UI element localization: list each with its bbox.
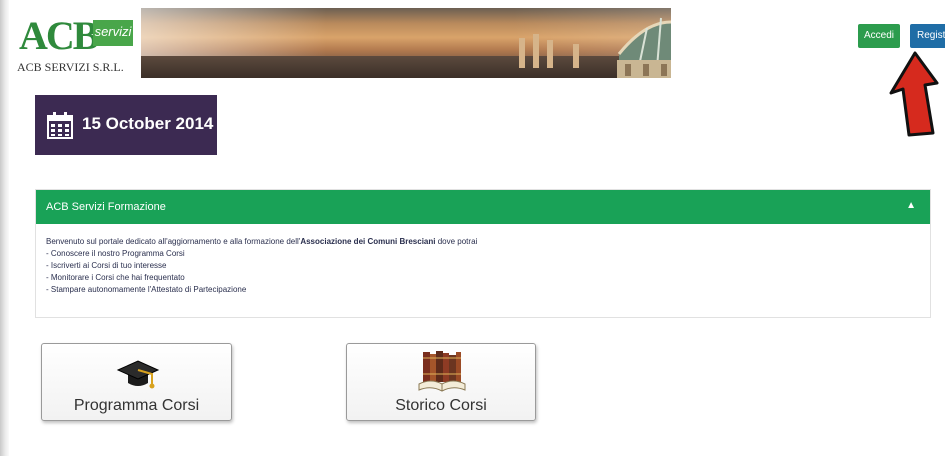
programma-corsi-button[interactable]: Programma Corsi: [41, 343, 232, 421]
tile-label: Storico Corsi: [395, 397, 487, 414]
red-arrow-annotation: [889, 51, 939, 137]
company-name: ACB SERVIZI S.R.L.: [17, 60, 124, 74]
formazione-panel: ACB Servizi Formazione ▲ Benvenuto sul p…: [35, 189, 931, 318]
window-edge: [0, 0, 9, 456]
intro-line: Benvenuto sul portale dedicato all'aggio…: [46, 237, 478, 246]
panel-body: Benvenuto sul portale dedicato all'aggio…: [46, 236, 477, 296]
page: ACB servizi ACB SERVIZI S.R.L. Accedi Re…: [0, 0, 945, 456]
list-item: - Conoscere il nostro Programma Corsi: [46, 249, 185, 258]
acb-logo[interactable]: ACB servizi ACB SERVIZI S.R.L.: [15, 14, 135, 74]
tile-label: Programma Corsi: [73, 397, 200, 414]
list-item: - Iscriverti ai Corsi di tuo interesse: [46, 261, 167, 270]
dome-icon: [617, 17, 671, 78]
site-header: ACB servizi ACB SERVIZI S.R.L. Accedi Re…: [9, 8, 945, 78]
association-name: Associazione dei Comuni Bresciani: [300, 237, 436, 246]
logo-badge: servizi: [93, 20, 133, 46]
register-button[interactable]: Registrati: [910, 24, 945, 48]
list-item: - Stampare autonomamente l'Attestato di …: [46, 285, 247, 294]
current-date: 15 October 2014: [82, 114, 214, 133]
date-card: 15 October 2014: [35, 95, 217, 155]
header-banner-image: [141, 8, 671, 78]
list-item: - Monitorare i Corsi che hai frequentato: [46, 273, 185, 282]
storico-corsi-button[interactable]: Storico Corsi: [346, 343, 536, 421]
panel-title: ACB Servizi Formazione: [46, 201, 166, 213]
panel-header[interactable]: ACB Servizi Formazione ▲: [36, 190, 930, 224]
graduation-cap-icon: [116, 360, 160, 389]
books-icon: [418, 351, 466, 392]
chevron-up-icon[interactable]: ▲: [906, 200, 916, 211]
logo-text: ACB: [19, 13, 99, 58]
calendar-icon: [47, 112, 73, 139]
login-button[interactable]: Accedi: [858, 24, 900, 48]
